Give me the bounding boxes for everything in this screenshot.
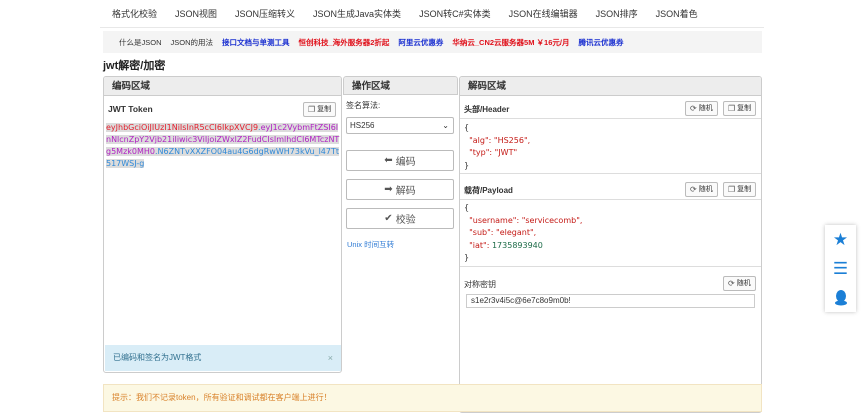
encode-panel: 编码区域 JWT Token ❐ 复制 eyJhbGciOiJIUzI1NiIs… xyxy=(103,76,342,373)
nav-json-compress[interactable]: JSON压缩转义 xyxy=(226,0,304,28)
algo-select[interactable]: HS256 ⌄ xyxy=(346,117,454,134)
copy-label: 复制 xyxy=(737,105,752,112)
link-hengchuang-ad[interactable]: 恒创科技_海外服务器2折起 xyxy=(299,37,390,48)
copy-payload-button[interactable]: ❐ 复制 xyxy=(723,182,757,197)
payload-json-editor[interactable]: { "username": "servicecomb", "sub": "ele… xyxy=(464,202,582,265)
random-payload-button[interactable]: ⟳ 随机 xyxy=(685,182,718,197)
verify-button-label: 校验 xyxy=(395,215,416,226)
copy-label: 复制 xyxy=(317,106,332,113)
encode-panel-title: 编码区域 xyxy=(104,77,341,96)
payload-label: 载荷/Payload xyxy=(464,186,513,195)
random-header-button[interactable]: ⟳ 随机 xyxy=(685,101,718,116)
ops-panel-title: 操作区域 xyxy=(343,76,458,95)
side-toolbar: ★ ☰ xyxy=(825,225,856,312)
refresh-icon: ⟳ xyxy=(690,104,697,113)
encode-button-label: 编码 xyxy=(395,157,416,168)
link-json-usage[interactable]: JSON的用法 xyxy=(171,37,214,48)
nav-json-editor[interactable]: JSON在线编辑器 xyxy=(500,0,587,28)
jwt-token-textarea[interactable]: eyJhbGciOiJIUzI1NiIsInR5cCI6IkpXVCJ9.eyJ… xyxy=(106,122,340,170)
copy-token-button[interactable]: ❐ 复制 xyxy=(303,102,337,117)
close-alert-icon[interactable]: × xyxy=(328,345,333,371)
copy-header-button[interactable]: ❐ 复制 xyxy=(723,101,757,116)
decode-panel-title: 解码区域 xyxy=(460,77,761,96)
divider xyxy=(460,199,761,200)
nav-json-color[interactable]: JSON着色 xyxy=(647,0,707,28)
check-icon: ✔ xyxy=(384,213,393,224)
arrow-left-icon: ⬅ xyxy=(384,155,393,166)
encode-status-alert: 已编码和签名为JWT格式 × xyxy=(105,345,341,371)
star-icon[interactable]: ★ xyxy=(825,225,856,254)
qq-icon[interactable] xyxy=(825,283,856,312)
encode-status-text: 已编码和签名为JWT格式 xyxy=(113,353,202,362)
unix-timestamp-link[interactable]: Unix 时间互转 xyxy=(347,239,394,250)
link-aliyun-coupon[interactable]: 阿里云优惠券 xyxy=(398,37,443,48)
random-label: 随机 xyxy=(698,105,713,112)
nav-format-check[interactable]: 格式化校验 xyxy=(100,0,166,28)
decode-panel: 解码区域 头部/Header ⟳ 随机 ❐ 复制 { "alg": "HS256… xyxy=(459,76,762,413)
nav-json-to-java[interactable]: JSON生成Java实体类 xyxy=(304,0,410,28)
link-tencent-coupon[interactable]: 腾讯云优惠券 xyxy=(578,37,623,48)
arrow-right-icon: ➡ xyxy=(384,184,393,195)
divider xyxy=(460,118,761,119)
divider xyxy=(460,173,761,174)
link-bar: 什么是JSON JSON的用法 接口文档与单测工具 恒创科技_海外服务器2折起 … xyxy=(103,31,762,53)
menu-icon[interactable]: ☰ xyxy=(825,254,856,283)
header-json-editor[interactable]: { "alg": "HS256", "typ": "JWT" } xyxy=(464,122,530,172)
random-label: 随机 xyxy=(736,280,751,287)
link-api-docs[interactable]: 接口文档与单测工具 xyxy=(222,37,290,48)
refresh-icon: ⟳ xyxy=(728,279,735,288)
chevron-down-icon: ⌄ xyxy=(442,121,449,130)
header-label: 头部/Header xyxy=(464,105,510,114)
random-label: 随机 xyxy=(698,186,713,193)
refresh-icon: ⟳ xyxy=(690,185,697,194)
secret-key-input[interactable]: s1e2r3v4i5c@6e7c8o9m0b! xyxy=(466,294,755,308)
link-what-is-json[interactable]: 什么是JSON xyxy=(119,37,162,48)
copy-icon: ❐ xyxy=(308,105,316,114)
token-header-part: eyJhbGciOiJIUzI1NiIsInR5cCI6IkpXVCJ9 xyxy=(106,123,259,132)
page-title: jwt解密/加密 xyxy=(103,60,166,72)
verify-button[interactable]: ✔ 校验 xyxy=(346,208,454,229)
secret-label: 对称密钥 xyxy=(464,280,496,289)
decode-button[interactable]: ➡ 解码 xyxy=(346,179,454,200)
divider xyxy=(460,266,761,267)
random-secret-button[interactable]: ⟳ 随机 xyxy=(723,276,756,291)
nav-json-sort[interactable]: JSON排序 xyxy=(587,0,647,28)
link-huanayun-ad[interactable]: 华纳云_CN2云服务器5M ￥16元/月 xyxy=(452,37,569,48)
algo-select-value: HS256 xyxy=(350,121,375,130)
copy-icon: ❐ xyxy=(728,185,736,194)
ops-panel: 操作区域 签名算法: HS256 ⌄ ⬅ 编码 ➡ 解码 ✔ 校验 Unix 时… xyxy=(343,76,458,373)
nav-json-to-csharp[interactable]: JSON转C#实体类 xyxy=(410,0,500,28)
nav-json-view[interactable]: JSON视图 xyxy=(166,0,226,28)
copy-label: 复制 xyxy=(737,186,752,193)
top-nav: 格式化校验 JSON视图 JSON压缩转义 JSON生成Java实体类 JSON… xyxy=(100,0,764,28)
tip-alert: 提示：我们不记录token，所有验证和调试都在客户端上进行！ xyxy=(103,384,762,412)
decode-button-label: 解码 xyxy=(395,186,416,197)
copy-icon: ❐ xyxy=(728,104,736,113)
encode-button[interactable]: ⬅ 编码 xyxy=(346,150,454,171)
algo-label: 签名算法: xyxy=(346,101,381,110)
jwt-token-label: JWT Token xyxy=(108,104,153,114)
